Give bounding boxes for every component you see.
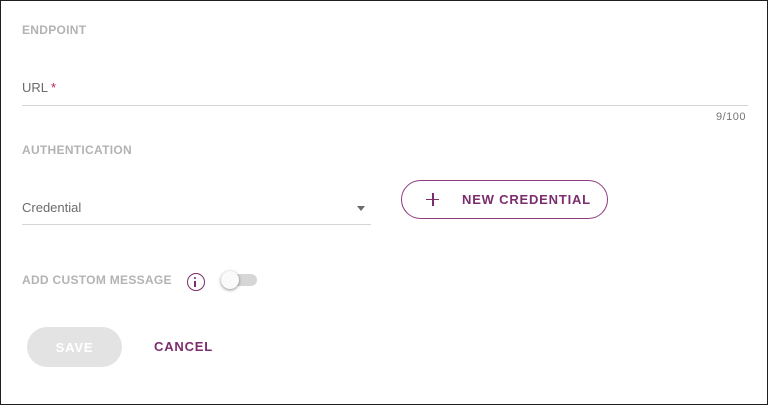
form-panel: ENDPOINT URL * 9/100 AUTHENTICATION Crede…	[0, 0, 768, 405]
dropdown-arrow-icon	[357, 206, 365, 211]
add-custom-message-label: ADD CUSTOM MESSAGE	[22, 273, 172, 287]
toggle-thumb	[221, 271, 239, 289]
url-char-counter: 9/100	[715, 111, 746, 123]
credential-select-underline	[22, 224, 371, 225]
endpoint-section-title: ENDPOINT	[22, 23, 87, 37]
cancel-button[interactable]: CANCEL	[154, 339, 213, 354]
new-credential-button[interactable]: NEW CREDENTIAL	[401, 180, 608, 219]
credential-select[interactable]: Credential	[22, 191, 371, 225]
url-field-label[interactable]: URL *	[22, 80, 56, 95]
required-mark: *	[51, 80, 57, 95]
plus-icon	[426, 193, 439, 206]
custom-message-toggle[interactable]	[221, 270, 257, 290]
authentication-section-title: AUTHENTICATION	[22, 143, 132, 157]
credential-label: Credential	[22, 200, 82, 215]
url-label-text: URL	[22, 80, 49, 95]
info-icon[interactable]	[187, 273, 205, 291]
url-field-underline[interactable]	[22, 105, 748, 106]
save-button[interactable]: SAVE	[27, 327, 122, 367]
new-credential-label: NEW CREDENTIAL	[462, 192, 591, 207]
